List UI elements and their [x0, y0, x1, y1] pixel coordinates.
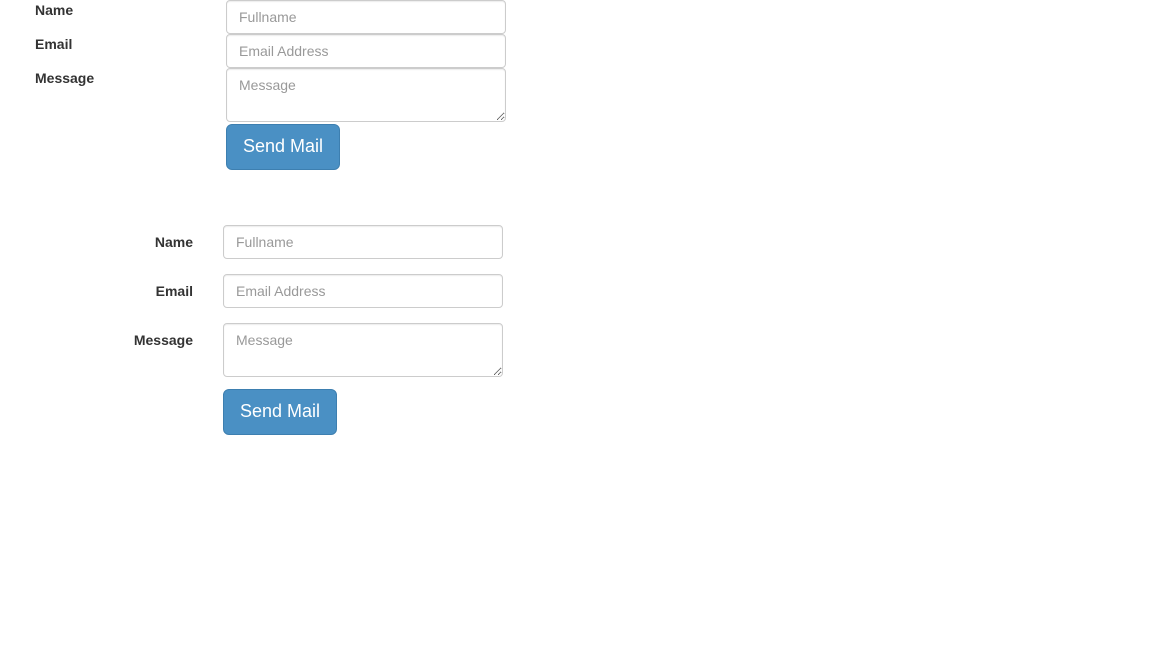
email-input[interactable] [223, 274, 503, 308]
form-row-actions: Send Mail [223, 389, 338, 435]
label-message: Message [35, 70, 95, 86]
contact-form-horizontal: Name Email Message Send Mail [0, 225, 1152, 435]
label-name: Name [35, 2, 74, 18]
email-input[interactable] [226, 34, 506, 68]
message-textarea[interactable] [226, 68, 506, 122]
label-email: Email [155, 283, 193, 299]
label-name: Name [154, 234, 193, 250]
field-wrapper-message [226, 68, 506, 122]
form-row-name: Name [0, 225, 1152, 274]
field-wrapper-email [223, 274, 503, 308]
form-row-message: Message [0, 323, 1152, 387]
field-wrapper-message [223, 323, 503, 377]
form-row-email: Email [0, 274, 1152, 323]
form-row-name: Name [0, 0, 1152, 34]
send-mail-button[interactable]: Send Mail [226, 124, 341, 170]
contact-form-compact: Name Email Message Send Mail [0, 0, 1152, 178]
form-row-email: Email [0, 34, 1152, 68]
name-input[interactable] [223, 225, 503, 259]
actions-wrapper: Send Mail [226, 124, 341, 170]
message-textarea[interactable] [223, 323, 503, 377]
field-wrapper-email [226, 34, 506, 68]
send-mail-button[interactable]: Send Mail [223, 389, 338, 435]
field-wrapper-name [223, 225, 503, 259]
form-row-actions: Send Mail [0, 122, 1152, 178]
name-input[interactable] [226, 0, 506, 34]
field-wrapper-name [226, 0, 506, 34]
label-message: Message [133, 332, 193, 348]
form-row-message: Message [0, 68, 1152, 122]
label-email: Email [35, 36, 73, 52]
